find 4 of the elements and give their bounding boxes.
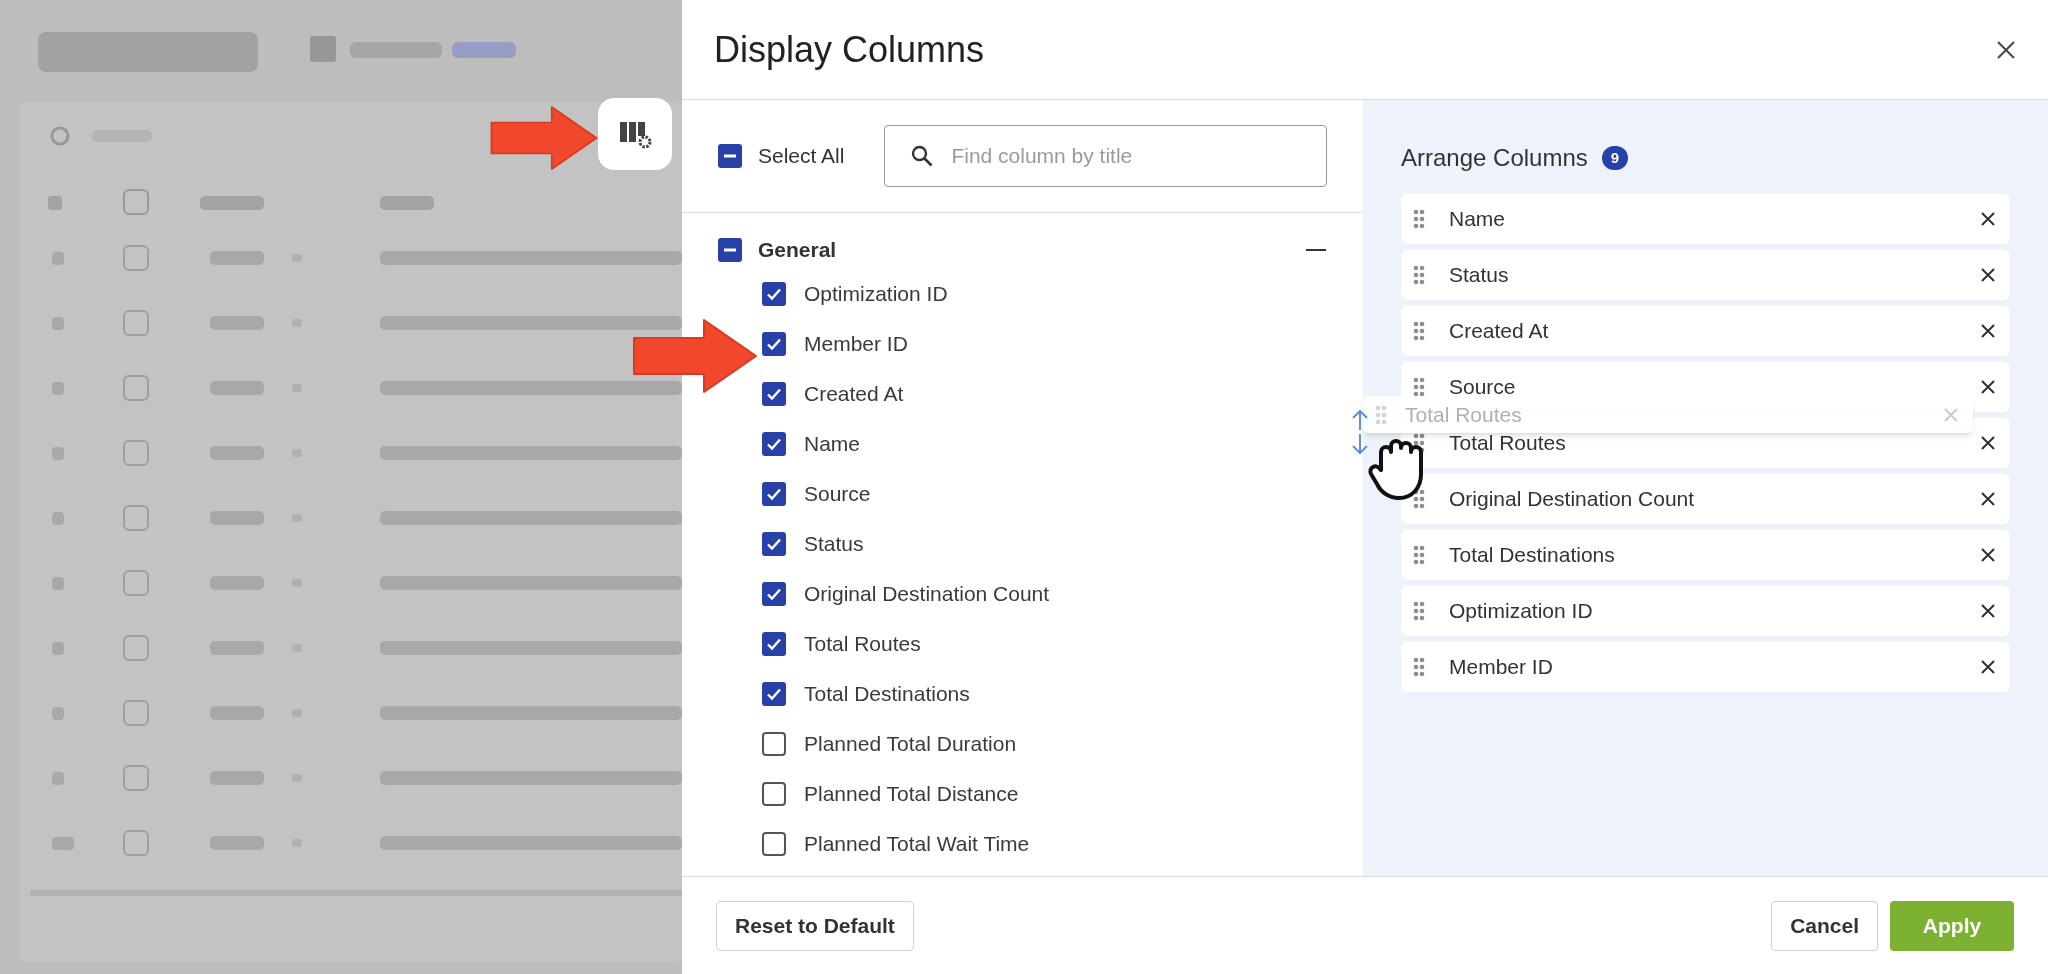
count-badge: 9 [1601, 146, 1629, 170]
group-label: General [758, 237, 838, 264]
dialog-title: Display Columns [714, 27, 985, 72]
arrange-title: Arrange Columns [1401, 143, 1588, 173]
